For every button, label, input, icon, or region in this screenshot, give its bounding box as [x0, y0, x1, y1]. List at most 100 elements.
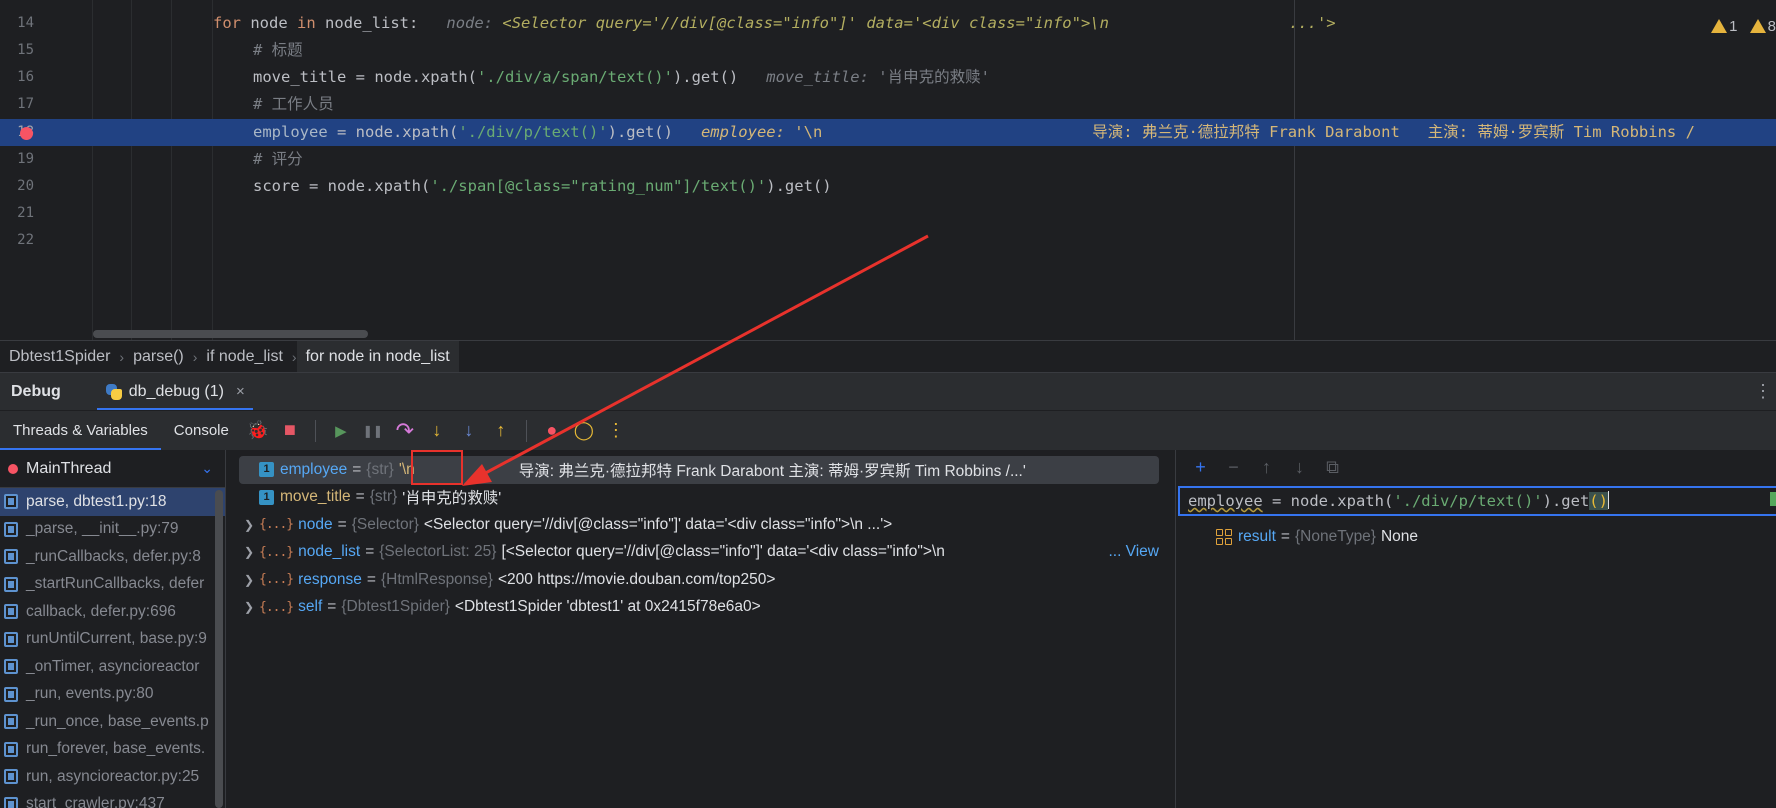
- view-link[interactable]: ... View: [1108, 543, 1159, 561]
- stack-frame[interactable]: start_crawler.py:437: [0, 791, 225, 808]
- stack-frame[interactable]: _runCallbacks, defer.py:8: [0, 543, 225, 571]
- view-breakpoints-icon[interactable]: ●: [536, 411, 568, 451]
- variable-row-employee[interactable]: 1 employee = {str} '\n 导演: 弗兰克·德拉邦特 Frank Dar…: [239, 456, 1159, 484]
- breadcrumb-item-current[interactable]: for node in node_list: [296, 340, 459, 373]
- breakpoint-icon[interactable]: [20, 127, 33, 140]
- stack-frame[interactable]: callback, defer.py:696: [0, 598, 225, 626]
- matched-parens: (): [1589, 492, 1608, 510]
- step-into-icon[interactable]: ↓: [421, 411, 453, 451]
- code-line-15[interactable]: # 标题: [92, 37, 1776, 64]
- stack-frame-label: parse, dbtest1.py:18: [26, 492, 167, 510]
- stack-frame[interactable]: _run, events.py:80: [0, 681, 225, 709]
- tab-threads-variables[interactable]: Threads & Variables: [0, 411, 161, 451]
- weak-warning-icon: [1749, 19, 1766, 33]
- move-down-icon[interactable]: ↓: [1283, 457, 1316, 478]
- string-literal: './div/p/text()': [458, 123, 608, 141]
- gutter-line[interactable]: 17: [0, 91, 92, 118]
- breadcrumb-item[interactable]: Dbtest1Spider: [0, 341, 119, 373]
- stack-frame[interactable]: _parse, __init__.py:79: [0, 516, 225, 544]
- step-out-icon[interactable]: ↑: [485, 411, 517, 451]
- stop-icon[interactable]: ■: [274, 411, 306, 451]
- step-into-my-code-icon[interactable]: ↓: [453, 411, 485, 451]
- variable-type: {str}: [366, 460, 394, 478]
- chevron-right-icon[interactable]: ❯: [239, 545, 259, 559]
- chevron-right-icon[interactable]: ❯: [239, 600, 259, 614]
- variable-row-move-title[interactable]: 1 move_title = {str} '肖申克的救赎': [239, 484, 1159, 512]
- frame-icon: [4, 521, 18, 537]
- tab-console[interactable]: Console: [161, 411, 242, 451]
- chevron-right-icon[interactable]: ❯: [239, 518, 259, 532]
- stack-frame[interactable]: run_forever, base_events.: [0, 736, 225, 764]
- code-line-20[interactable]: score = node.xpath('./span[@class="ratin…: [92, 173, 1776, 200]
- more-options-icon[interactable]: ⋮: [1754, 381, 1772, 402]
- line-number: 20: [17, 178, 34, 194]
- variable-value-continued: 导演: 弗兰克·德拉邦特 Frank Darabont 主演: 蒂姆·罗宾斯 T…: [518, 462, 1026, 480]
- primitive-type-icon: 1: [259, 489, 274, 505]
- code-token: ).get(): [672, 68, 739, 86]
- variable-value: <Selector query='//div[@class="info"]' d…: [423, 515, 893, 533]
- stack-frame[interactable]: _onTimer, asyncioreactor: [0, 653, 225, 681]
- stack-frame-label: _run_once, base_events.p: [26, 712, 209, 730]
- inspection-widget[interactable]: 1 8: [1711, 18, 1776, 35]
- keyword: for: [213, 14, 241, 32]
- stack-frame[interactable]: run, asyncioreactor.py:25: [0, 763, 225, 791]
- inlay-hint-value: '肖申克的救赎': [878, 68, 990, 86]
- gutter-line[interactable]: 14: [0, 10, 92, 37]
- breadcrumb: Dbtest1Spider › parse() › if node_list ›…: [0, 340, 1776, 373]
- mute-breakpoints-icon[interactable]: ◯: [568, 411, 600, 451]
- stack-frame[interactable]: _run_once, base_events.p: [0, 708, 225, 736]
- thread-selector[interactable]: MainThread ⌄: [0, 450, 225, 488]
- gutter-line[interactable]: 15: [0, 37, 92, 64]
- code-line-18-current[interactable]: employee = node.xpath('./div/p/text()').…: [92, 119, 1776, 146]
- close-icon[interactable]: ×: [236, 383, 245, 400]
- resume-icon[interactable]: ▶: [325, 411, 357, 451]
- line-number: 14: [17, 15, 34, 31]
- breadcrumb-item[interactable]: if node_list: [197, 341, 292, 373]
- variable-row-node[interactable]: ❯ {...} node = {Selector} <Selector query='//…: [239, 511, 1159, 539]
- evaluate-panel: + − ↑ ↓ ⧉ employee = node.xpath('./div/p…: [1175, 450, 1776, 808]
- object-type-icon: {...}: [259, 572, 294, 588]
- frame-icon: [4, 576, 18, 592]
- gutter-line[interactable]: 20: [0, 173, 92, 200]
- pause-icon[interactable]: ❚❚: [357, 411, 389, 451]
- stack-frame[interactable]: runUntilCurrent, base.py:9: [0, 626, 225, 654]
- breadcrumb-item[interactable]: parse(): [124, 341, 193, 373]
- code-line-14[interactable]: for node in node_list: node: <Selector q…: [92, 10, 1776, 37]
- toolbar-separator: [314, 419, 316, 442]
- chevron-right-icon[interactable]: ❯: [239, 573, 259, 587]
- code-line-16[interactable]: move_title = node.xpath('./div/a/span/te…: [92, 64, 1776, 91]
- more-icon[interactable]: ⋮: [600, 411, 632, 451]
- gutter-line[interactable]: 19: [0, 146, 92, 173]
- stack-frame[interactable]: parse, dbtest1.py:18: [0, 488, 225, 516]
- variable-row-response[interactable]: ❯ {...} response = {HtmlResponse} <200 https:…: [239, 566, 1159, 594]
- equals-sign: =: [337, 515, 347, 533]
- move-up-icon[interactable]: ↑: [1250, 457, 1283, 478]
- remove-watch-icon[interactable]: −: [1217, 457, 1250, 478]
- object-type-icon: {...}: [259, 544, 294, 560]
- code-line-19[interactable]: # 评分: [92, 146, 1776, 173]
- frame-icon: [4, 604, 18, 620]
- rerun-debug-icon[interactable]: 🐞: [242, 411, 274, 451]
- variable-row-self[interactable]: ❯ {...} self = {Dbtest1Spider} <Dbtest1Spider…: [239, 594, 1159, 622]
- duplicate-icon[interactable]: ⧉: [1316, 457, 1349, 478]
- horizontal-scrollbar[interactable]: [93, 330, 368, 338]
- code-editor[interactable]: 14 for node in node_list: node: <Selecto…: [0, 0, 1776, 340]
- result-icon: [1216, 529, 1232, 545]
- evaluate-expression-input[interactable]: employee = node.xpath('./div/p/text()').…: [1178, 486, 1776, 516]
- frame-icon: [4, 769, 18, 785]
- equals-sign: =: [352, 460, 362, 478]
- gutter-line[interactable]: 21: [0, 200, 92, 227]
- add-watch-icon[interactable]: +: [1184, 457, 1217, 478]
- gutter-line[interactable]: 16: [0, 64, 92, 91]
- vertical-scrollbar[interactable]: [215, 490, 223, 808]
- variable-row-node-list[interactable]: ❯ {...} node_list = {SelectorList: 25} [<Sele…: [239, 539, 1159, 567]
- code-token: score = node.xpath(: [253, 177, 431, 195]
- run-config-tab[interactable]: db_debug (1) ×: [96, 373, 253, 411]
- step-over-icon[interactable]: ↷: [389, 411, 421, 451]
- thread-suspended-icon: [8, 463, 18, 474]
- code-line-17[interactable]: # 工作人员: [92, 91, 1776, 118]
- stack-frame[interactable]: _startRunCallbacks, defer: [0, 571, 225, 599]
- gutter-line[interactable]: 22: [0, 227, 92, 254]
- gutter-line[interactable]: 18: [0, 119, 92, 146]
- evaluate-result-row[interactable]: result = {NoneType} None: [1216, 524, 1418, 550]
